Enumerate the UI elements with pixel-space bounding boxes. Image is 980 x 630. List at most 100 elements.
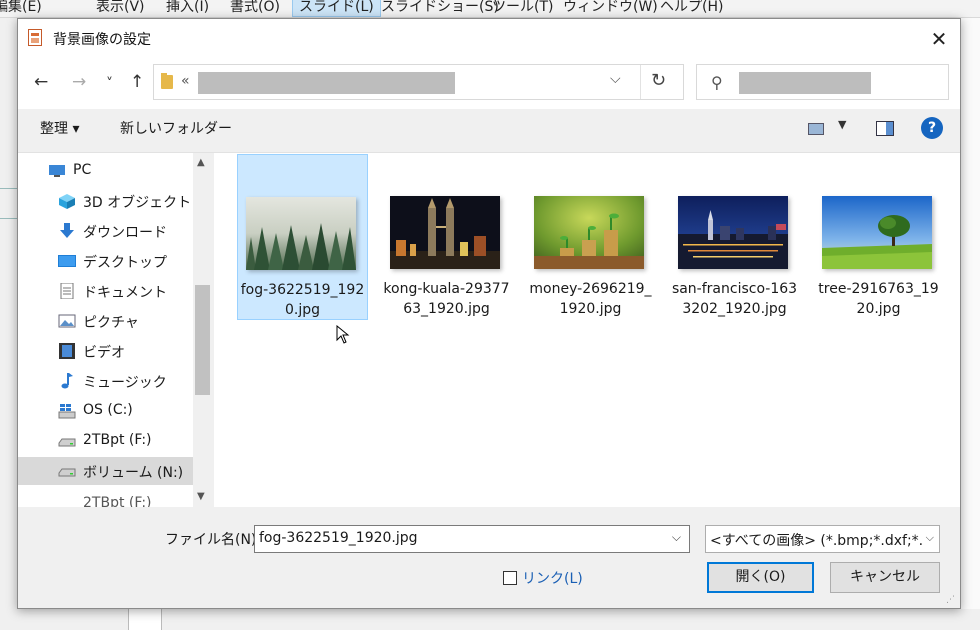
image-thumbnail [534,196,644,269]
preview-pane-icon[interactable] [876,121,894,136]
search-icon: ⚲ [711,73,723,92]
video-icon [59,343,75,359]
app-right-panel [961,18,980,630]
filename-label: ファイル名(N): [165,532,262,548]
drive-icon [58,438,76,447]
pc-icon [49,165,65,177]
back-arrow-icon[interactable]: ← [34,73,48,91]
nav-item-pc[interactable]: PC [18,157,193,185]
file-item-money[interactable]: money-2696219_1920.jpg [526,154,657,320]
nav-item-3d-objects[interactable]: 3D オブジェクト [18,187,193,215]
recent-locations-chevron-icon[interactable]: ˅ [106,75,113,93]
forward-arrow-icon[interactable]: → [72,73,86,91]
nav-item-label: ピクチャ [83,315,139,331]
address-separator [640,65,641,99]
app-bottom-area [0,609,980,630]
nav-item-label: ボリューム (N:) [83,465,184,481]
nav-item-label: 3D オブジェクト [83,195,192,211]
close-button[interactable]: ✕ [926,27,952,51]
nav-item-label: ダウンロード [83,225,167,241]
filename-value: fog-3622519_1920.jpg [259,530,418,546]
filename-input[interactable]: fog-3622519_1920.jpg ⌵ [254,525,690,553]
nav-item-label: 2TBpt (F:) [83,495,152,507]
download-icon [60,223,74,238]
nav-item-2tbpt-drive[interactable]: 2TBpt (F:) [18,427,193,455]
nav-item-pictures[interactable]: ピクチャ [18,307,193,335]
menu-item-help[interactable]: ヘルプ(H) [660,0,723,16]
search-placeholder-redacted [739,72,871,94]
dialog-footer: ファイル名(N): fog-3622519_1920.jpg ⌵ <すべての画像… [18,507,960,608]
navigation-pane-scrollbar[interactable]: ▲ ▼ [193,153,212,507]
nav-item-label: PC [73,162,92,178]
nav-item-videos[interactable]: ビデオ [18,337,193,365]
drive-icon [58,468,76,477]
menu-item-format[interactable]: 書式(O) [230,0,280,16]
file-name-label: fog-3622519_1920.jpg [240,282,365,318]
new-folder-button[interactable]: 新しいフォルダー [120,118,232,138]
nav-item-downloads[interactable]: ダウンロード [18,217,193,245]
file-item-fog[interactable]: fog-3622519_1920.jpg [237,154,368,320]
resize-grip-icon[interactable]: ⋰ [946,595,955,605]
desktop-icon [58,255,76,267]
mouse-cursor-icon [336,325,350,344]
3d-objects-icon [59,194,75,209]
nav-item-label: ビデオ [83,345,125,361]
link-checkbox[interactable] [503,571,517,585]
dialog-titlebar: 背景画像の設定 ✕ [18,19,960,59]
app-divider [0,218,17,219]
nav-item-desktop[interactable]: デスクトップ [18,247,193,275]
windows-drive-icon [58,404,76,419]
menu-item-slideshow[interactable]: スライドショー(S) [381,0,499,16]
filename-dropdown-icon[interactable]: ⌵ [672,530,681,545]
pictures-icon [58,314,76,328]
address-dropdown-icon[interactable]: ⌵ [610,71,621,87]
menu-item-view[interactable]: 表示(V) [96,0,145,16]
nav-item-music[interactable]: ミュージック [18,367,193,395]
command-toolbar: 整理 ▾ 新しいフォルダー ▼ ? [18,109,960,153]
file-item-kong-kuala[interactable]: kong-kuala-2937763_1920.jpg [382,154,513,320]
scroll-up-icon[interactable]: ▲ [197,157,205,168]
cancel-button[interactable]: キャンセル [830,562,940,593]
menu-item-insert[interactable]: 挿入(I) [166,0,209,16]
nav-item-label: デスクトップ [83,255,167,271]
file-list-pane: fog-3622519_1920.jpg kong-kuala-2937763_… [214,153,960,507]
dialog-title: 背景画像の設定 [53,32,151,48]
scroll-down-icon[interactable]: ▼ [197,491,205,502]
view-icon[interactable] [808,123,824,135]
view-options-dropdown-icon[interactable]: ▼ [838,118,846,131]
help-icon[interactable]: ? [921,117,943,139]
file-item-tree[interactable]: tree-2916763_1920.jpg [814,154,945,320]
menu-item-slide[interactable]: スライド(L) [292,0,381,17]
app-menubar: 編集(E) 表示(V) 挿入(I) 書式(O) スライド(L) スライドショー(… [0,0,980,18]
nav-item-documents[interactable]: ドキュメント [18,277,193,305]
refresh-icon[interactable]: ↻ [651,70,666,91]
background-image-dialog: 背景画像の設定 ✕ ← → ˅ ↑ « ⌵ ↻ ⚲ 整理 ▾ 新しいフォルダー … [17,18,961,609]
breadcrumb-overflow-icon[interactable]: « [181,73,190,89]
file-name-label: san-francisco-1633202_1920.jpg [671,281,798,317]
menu-item-tools[interactable]: ツール(T) [492,0,553,16]
app-divider [0,188,17,189]
menu-item-edit[interactable]: 編集(E) [0,0,42,16]
organize-button[interactable]: 整理 ▾ [40,118,79,138]
open-button[interactable]: 開く(O) [707,562,814,593]
address-path-redacted [198,72,455,94]
file-name-label: tree-2916763_1920.jpg [818,281,939,317]
menu-item-window[interactable]: ウィンドウ(W) [563,0,658,16]
link-checkbox-label[interactable]: リンク(L) [522,568,583,588]
search-box[interactable]: ⚲ [696,64,949,100]
nav-item-os-drive[interactable]: OS (C:) [18,397,193,425]
file-type-filter-select[interactable]: <すべての画像> (*.bmp;*.dxf;*.emf ⌵ [705,525,940,553]
nav-item-label: 2TBpt (F:) [83,432,152,448]
nav-item-label: OS (C:) [83,402,133,418]
file-item-san-francisco[interactable]: san-francisco-1633202_1920.jpg [670,154,801,320]
impress-document-icon [28,29,42,46]
document-icon [60,283,74,299]
image-thumbnail [246,197,356,270]
navigation-pane: PC 3D オブジェクト ダウンロード デスクトップ ドキュメント ピクチャ ビ… [18,153,193,507]
file-name-label: money-2696219_1920.jpg [529,281,652,317]
nav-item-volume-drive[interactable]: ボリューム (N:) [18,457,193,485]
file-type-filter-value: <すべての画像> (*.bmp;*.dxf;*.emf [710,533,922,549]
scroll-thumb[interactable] [195,285,210,395]
address-bar[interactable]: « ⌵ ↻ [153,64,684,100]
up-arrow-icon[interactable]: ↑ [130,73,144,91]
